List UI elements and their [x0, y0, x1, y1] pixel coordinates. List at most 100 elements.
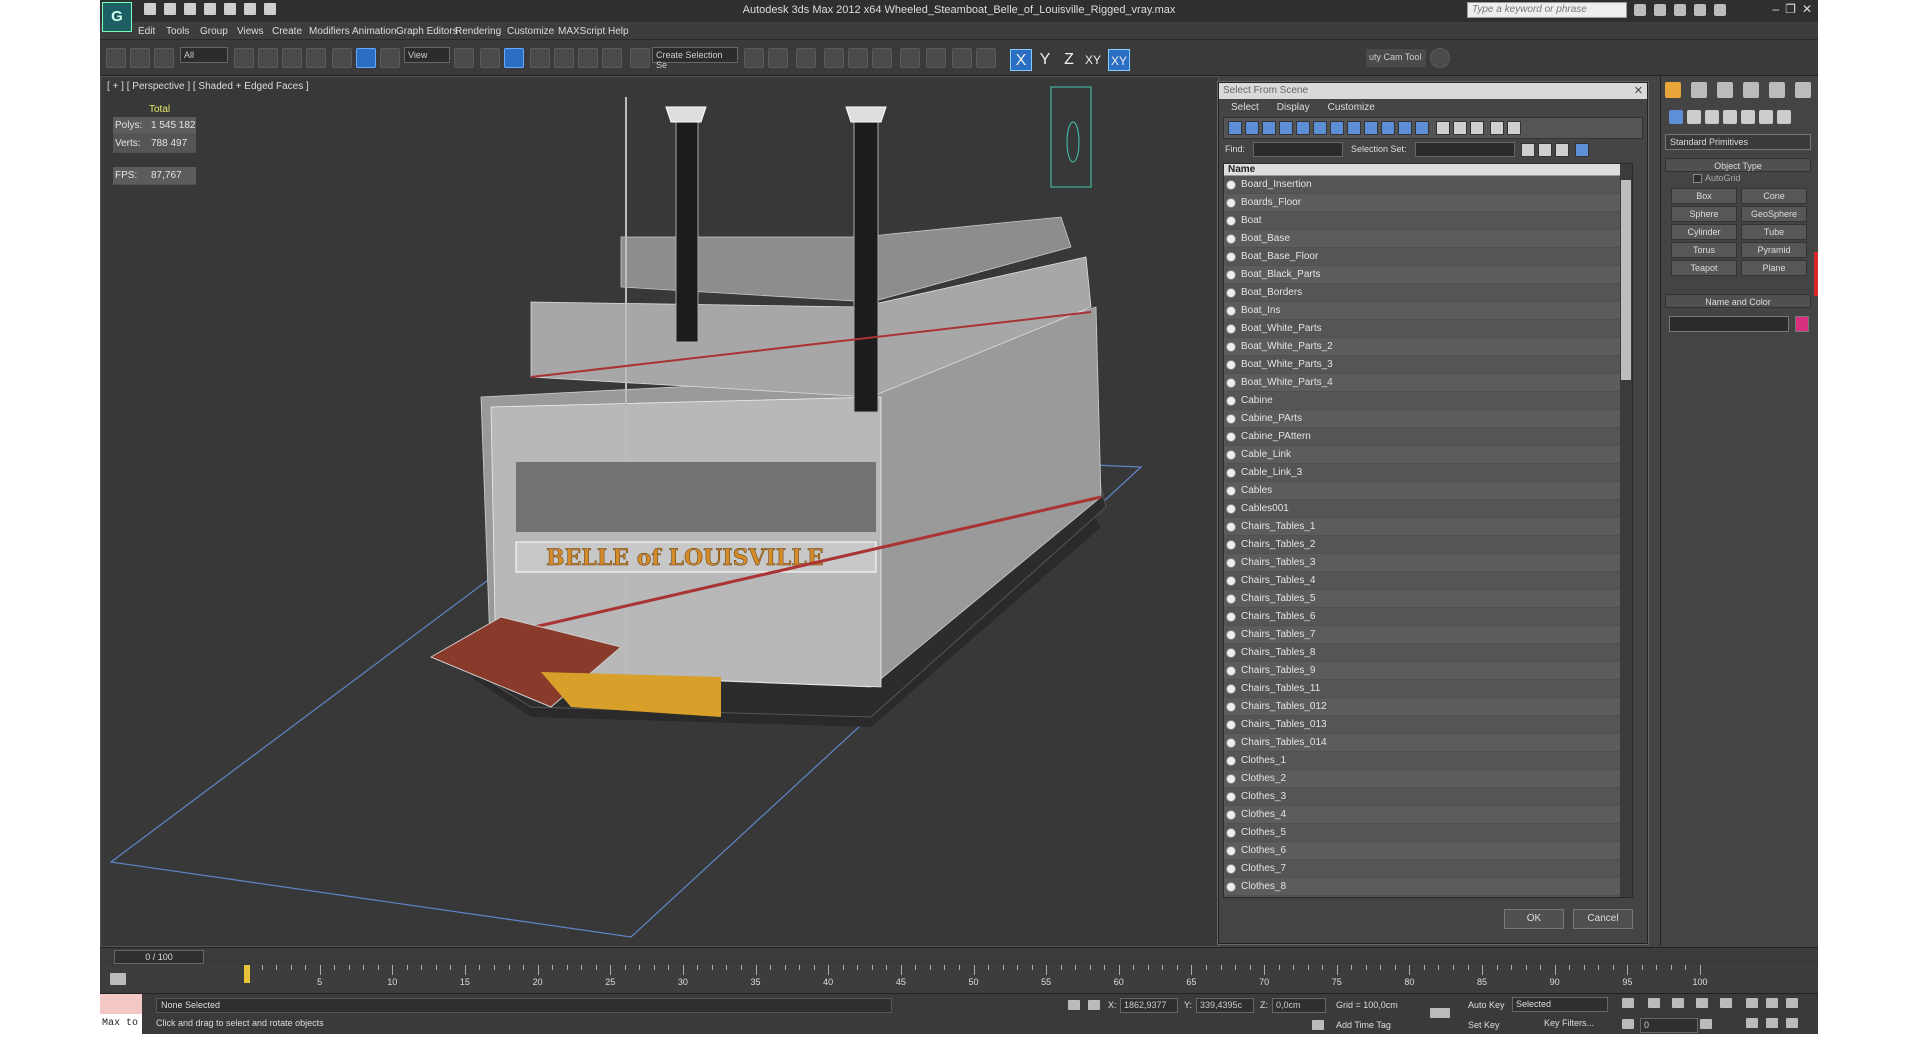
display-cameras-icon[interactable]: [1279, 121, 1293, 135]
select-and-manipulate-icon[interactable]: [480, 48, 500, 68]
render-production-icon[interactable]: [976, 48, 996, 68]
list-scroll-thumb[interactable]: [1621, 180, 1631, 380]
time-tag-icon[interactable]: [1312, 1020, 1324, 1030]
list-item[interactable]: Cable_Link_3: [1224, 464, 1632, 482]
perspective-viewport[interactable]: BELLE of LOUISVILLE [ + ] [ Perspective …: [100, 76, 1219, 947]
selection-lock-icon[interactable]: [1068, 1000, 1080, 1010]
utilities-tab-icon[interactable]: [1795, 82, 1811, 98]
x-coord-field[interactable]: 1862,9377: [1120, 998, 1178, 1013]
teapot-button[interactable]: Teapot: [1671, 260, 1737, 276]
percent-snap-icon[interactable]: [578, 48, 598, 68]
menu-help[interactable]: Help: [608, 26, 629, 37]
list-item[interactable]: Boat_Base_Floor: [1224, 248, 1632, 266]
list-item[interactable]: Clothes_8: [1224, 878, 1632, 896]
selection-filter-dropdown[interactable]: All: [180, 47, 228, 63]
key-mode-dropdown[interactable]: Selected: [1512, 997, 1608, 1012]
communication-icon[interactable]: [1674, 4, 1686, 16]
track-bar-toggle-icon[interactable]: [110, 973, 126, 985]
y-coord-field[interactable]: 339,4395c: [1196, 998, 1254, 1013]
list-item[interactable]: Chairs_Tables_013: [1224, 716, 1632, 734]
list-item[interactable]: Cabine_PArts: [1224, 410, 1632, 428]
box-button[interactable]: Box: [1671, 188, 1737, 204]
list-item[interactable]: Chairs_Tables_2: [1224, 536, 1632, 554]
time-config-icon[interactable]: [1700, 1019, 1712, 1029]
help-icon[interactable]: [1714, 4, 1726, 16]
favorites-star-icon[interactable]: [1694, 4, 1706, 16]
list-item[interactable]: Cable_Link: [1224, 446, 1632, 464]
auto-key-button[interactable]: Auto Key: [1468, 1000, 1505, 1010]
list-item[interactable]: Chairs_Tables_8: [1224, 644, 1632, 662]
play-icon[interactable]: [1672, 998, 1684, 1008]
list-item[interactable]: Boat_Base: [1224, 230, 1632, 248]
cone-button[interactable]: Cone: [1741, 188, 1807, 204]
list-item[interactable]: Clothes_7: [1224, 860, 1632, 878]
subscription-icon[interactable]: [1654, 4, 1666, 16]
key-icon[interactable]: [1430, 1008, 1450, 1018]
angle-snap-icon[interactable]: [554, 48, 574, 68]
pyramid-button[interactable]: Pyramid: [1741, 242, 1807, 258]
hierarchy-tab-icon[interactable]: [1717, 82, 1733, 98]
sync-selection-icon[interactable]: [1575, 143, 1589, 157]
list-item[interactable]: Cabine: [1224, 392, 1632, 410]
bind-space-warp-icon[interactable]: [154, 48, 174, 68]
filter-icon[interactable]: [1490, 121, 1504, 135]
list-item[interactable]: Boat_White_Parts: [1224, 320, 1632, 338]
select-and-link-icon[interactable]: [106, 48, 126, 68]
window-crossing-icon[interactable]: [306, 48, 326, 68]
list-item[interactable]: Boat_White_Parts_4: [1224, 374, 1632, 392]
sphere-button[interactable]: Sphere: [1671, 206, 1737, 222]
mirror-icon[interactable]: [744, 48, 764, 68]
menu-graph-editors[interactable]: Graph Editors: [396, 26, 458, 37]
edit-named-selection-icon[interactable]: [630, 48, 650, 68]
list-item[interactable]: Chairs_Tables_1: [1224, 518, 1632, 536]
menu-modifiers[interactable]: Modifiers: [309, 26, 350, 37]
menu-create[interactable]: Create: [272, 26, 302, 37]
list-item[interactable]: Boat: [1224, 212, 1632, 230]
key-mode-toggle-icon[interactable]: [1622, 1019, 1634, 1029]
autogrid-checkbox[interactable]: AutoGrid: [1693, 173, 1741, 184]
set-key-button[interactable]: Set Key: [1468, 1020, 1500, 1030]
list-item[interactable]: Chairs_Tables_3: [1224, 554, 1632, 572]
reference-coordinate-dropdown[interactable]: View: [404, 47, 450, 63]
menu-rendering[interactable]: Rendering: [455, 26, 501, 37]
list-header-name[interactable]: Name: [1224, 164, 1632, 176]
object-type-rollout[interactable]: Object Type: [1665, 158, 1811, 172]
zoom-extents-icon[interactable]: [1786, 998, 1798, 1008]
render-setup-icon[interactable]: [926, 48, 946, 68]
skull-icon[interactable]: [1430, 48, 1450, 68]
display-tab-icon[interactable]: [1769, 82, 1785, 98]
list-item[interactable]: Cables001: [1224, 500, 1632, 518]
select-none-icon[interactable]: [1453, 121, 1467, 135]
select-and-rotate-icon[interactable]: [356, 48, 376, 68]
rectangular-selection-icon[interactable]: [282, 48, 302, 68]
app-logo-button[interactable]: G: [102, 2, 132, 32]
menu-maxscript[interactable]: MAXScript: [558, 26, 605, 37]
snaps-toggle-icon[interactable]: [530, 48, 550, 68]
pan-view-icon[interactable]: [1766, 1018, 1778, 1028]
set-icon-1[interactable]: [1521, 143, 1535, 157]
list-item[interactable]: Chairs_Tables_4: [1224, 572, 1632, 590]
menu-tools[interactable]: Tools: [166, 26, 189, 37]
named-selection-dropdown[interactable]: Create Selection Se: [652, 47, 738, 70]
select-and-scale-icon[interactable]: [380, 48, 400, 68]
list-scrollbar[interactable]: [1620, 164, 1632, 897]
list-item[interactable]: Chairs_Tables_7: [1224, 626, 1632, 644]
time-slider[interactable]: 0 / 100: [114, 950, 204, 964]
list-item[interactable]: Boat_Ins: [1224, 302, 1632, 320]
lights-icon[interactable]: [1705, 110, 1719, 124]
goto-start-icon[interactable]: [1622, 998, 1634, 1008]
list-item[interactable]: Clothes_3: [1224, 788, 1632, 806]
add-time-tag[interactable]: Add Time Tag: [1336, 1020, 1391, 1030]
display-hidden-icon[interactable]: [1415, 121, 1429, 135]
primitive-category-dropdown[interactable]: Standard Primitives: [1665, 134, 1811, 150]
material-editor-icon[interactable]: [900, 48, 920, 68]
list-item[interactable]: Cables: [1224, 482, 1632, 500]
zoom-icon[interactable]: [1746, 998, 1758, 1008]
ok-button[interactable]: OK: [1504, 909, 1564, 929]
dialog-close-icon[interactable]: ✕: [1634, 84, 1643, 97]
restore-icon[interactable]: ❐: [1785, 2, 1796, 16]
layer-manager-icon[interactable]: [796, 48, 816, 68]
graphite-toggle-icon[interactable]: [824, 48, 844, 68]
viewport-label[interactable]: [ + ] [ Perspective ] [ Shaded + Edged F…: [107, 81, 309, 92]
menu-animation[interactable]: Animation: [352, 26, 396, 37]
